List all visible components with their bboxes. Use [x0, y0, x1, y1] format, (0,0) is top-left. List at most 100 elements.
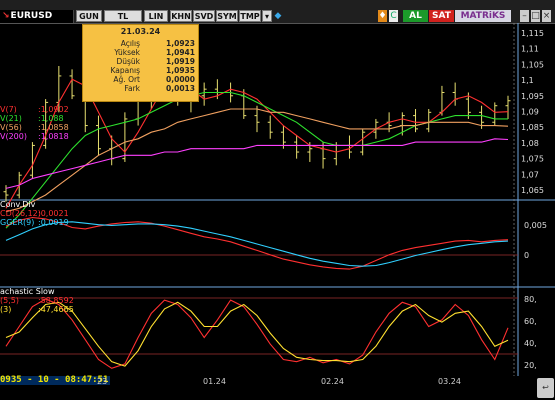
tooltip-value: 0,0000	[166, 75, 195, 84]
macd-tick-label: 0,005	[524, 221, 547, 230]
legend-value: :1,0902	[38, 105, 69, 114]
close-icon[interactable]: ×	[542, 10, 551, 22]
price-tick-label: 1,08	[521, 139, 539, 148]
ohlc-bar	[95, 115, 101, 156]
stochastic-tick-label: 20,	[524, 361, 537, 370]
legend-value: :1,0858	[38, 123, 69, 132]
tooltip-row-close: Kapanış 1,0935	[83, 66, 200, 75]
tooltip-date: 21.03.24	[120, 27, 161, 36]
legend-label: (3)	[0, 305, 11, 314]
price-tooltip: 21.03.24 Açılış 1,0923 Yüksek 1,0941 Düşük…	[82, 24, 199, 102]
price-tick-label: 1,07	[521, 170, 539, 179]
price-tick-label: 1,11	[521, 45, 539, 54]
brand-logo: MATRiKS	[455, 10, 511, 22]
ohlc-bar	[492, 102, 498, 126]
legend-label: V(200)	[0, 132, 27, 141]
date-label: 02.24	[321, 377, 344, 386]
legend-value: :47,4665	[38, 305, 74, 314]
fire-icon[interactable]: ♦	[378, 10, 387, 22]
ohlc-bar	[320, 142, 326, 169]
legend-value: :0,0019	[38, 218, 69, 227]
stochastic-tick-label: 80,	[524, 295, 537, 304]
ohlc-bar	[267, 115, 273, 139]
tooltip-row-low: Düşük 1,0919	[83, 57, 200, 66]
symbol-label: EURUSD	[10, 11, 53, 21]
tooltip-label: Açılış	[120, 39, 140, 48]
price-tick-label: 1,115	[521, 29, 544, 38]
macd-lines-group	[5, 216, 509, 270]
tooltip-row-high: Yüksek 1,0941	[83, 48, 200, 57]
date-label: 23	[97, 377, 108, 386]
period-button[interactable]: GUN	[76, 10, 102, 22]
maximize-icon[interactable]: □	[531, 10, 540, 22]
ohlc-bar	[294, 135, 300, 159]
template-button[interactable]: TMP	[239, 10, 261, 22]
ohlc-bar	[360, 128, 366, 156]
ohlc-bar	[201, 82, 207, 106]
stochastic-tick-label: 40,	[524, 339, 537, 348]
legend-label: GGER(9)	[0, 218, 34, 227]
tooltip-label: Fark	[124, 84, 140, 93]
template-dropdown-icon[interactable]: ▾	[262, 10, 272, 22]
price-tick-label: 1,09	[521, 108, 539, 117]
macd-line	[5, 216, 509, 270]
minimize-icon[interactable]: –	[520, 10, 529, 22]
legend-value: :1,088	[38, 114, 64, 123]
twitter-icon[interactable]: ◆	[273, 10, 283, 22]
ohlc-bar	[413, 109, 419, 133]
price-tick-label: 1,065	[521, 186, 544, 195]
ohlc-bar	[452, 82, 458, 106]
legend-value: :1,0818	[38, 132, 69, 141]
tooltip-value: 1,0935	[166, 66, 195, 75]
tooltip-row-difference: Fark 0,0013	[83, 84, 200, 93]
tooltip-value: 1,0923	[166, 39, 195, 48]
candles-group	[3, 66, 511, 202]
price-tick-label: 1,1	[521, 76, 534, 85]
price-tick-label: 1,095	[521, 92, 544, 101]
ma-line	[5, 138, 509, 189]
ohlc-bar	[69, 69, 75, 100]
date-axis-bar: 0935 - 10 - 08:47:51 23 01.24 02.24 03.2…	[0, 376, 555, 400]
price-tick-label: 1,085	[521, 123, 544, 132]
legend-label: V(21)	[0, 114, 22, 123]
ohlc-bar	[122, 112, 128, 162]
symbol-selector[interactable]: ↘EURUSD	[0, 10, 74, 23]
indicator-legends: V(7):1,0902 V(21):1,088 V(56):1,0858 V(200)…	[0, 105, 74, 314]
tooltip-label: Düşük	[116, 57, 140, 66]
scroll-end-icon[interactable]: ↩	[537, 378, 554, 398]
stochastic-lines-group	[5, 298, 509, 369]
legend-label: Conv.Div	[0, 200, 36, 209]
date-label: 03.24	[438, 377, 461, 386]
price-tick-label: 1,075	[521, 155, 544, 164]
last-value-readout: 0935 - 10 - 08:47:51	[0, 375, 111, 385]
tooltip-value: 1,0919	[166, 57, 195, 66]
legend-label: (5,5)	[0, 296, 19, 305]
legend-label: CD(26,12)	[0, 209, 41, 218]
legend-label: V(56)	[0, 123, 22, 132]
buy-button[interactable]: AL	[403, 10, 428, 22]
price-tick-label: 1,105	[521, 60, 544, 69]
currency-button[interactable]: TL	[104, 10, 142, 22]
tooltip-row-open: Açılış 1,0923	[83, 39, 200, 48]
tooltip-row-weighted-avg: Ağ. Ort 0,0000	[83, 75, 200, 84]
tooltip-value: 0,0013	[166, 84, 195, 93]
date-label: 01.24	[203, 377, 226, 386]
macd-tick-label: 0	[524, 251, 529, 260]
khn-button[interactable]: KHN	[170, 10, 192, 22]
chart-toolbar: ↘EURUSD GUN TL LIN KHN SVD SYM TMP ▾ ◆ ♦…	[0, 0, 555, 24]
symbol-arrow-icon: ↘	[2, 11, 10, 21]
refresh-icon[interactable]: C	[389, 10, 398, 22]
stochastic-tick-label: 60,	[524, 317, 537, 326]
svd-button[interactable]: SVD	[193, 10, 215, 22]
sym-button[interactable]: SYM	[216, 10, 238, 22]
tooltip-label: Yüksek	[114, 48, 140, 57]
legend-label: achastic Slow	[0, 287, 55, 296]
legend-value: :0,0021	[38, 209, 69, 218]
ohlc-bar	[505, 95, 511, 119]
sell-button[interactable]: SAT	[429, 10, 454, 22]
linear-scale-button[interactable]: LIN	[144, 10, 168, 22]
legend-value: :58,8592	[38, 296, 74, 305]
tooltip-value: 1,0941	[166, 48, 195, 57]
tooltip-label: Kapanış	[110, 66, 140, 75]
tooltip-label: Ağ. Ort	[113, 75, 140, 84]
